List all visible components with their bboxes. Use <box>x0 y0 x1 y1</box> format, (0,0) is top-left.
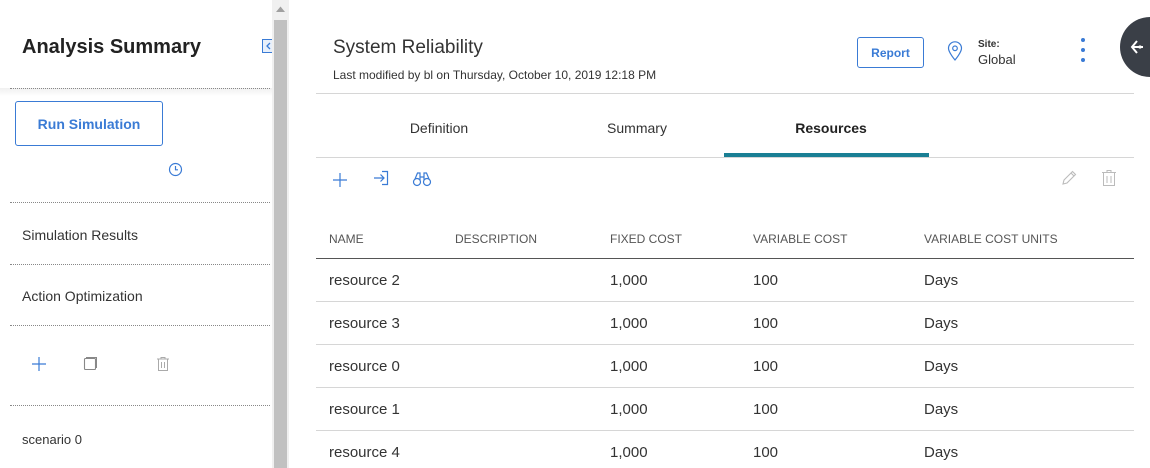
cell-name: resource 3 <box>329 315 400 332</box>
tab-summary[interactable]: Summary <box>597 120 677 136</box>
cell-variable-cost: 100 <box>753 272 779 289</box>
table-row[interactable]: resource 4 1,000 100 Days <box>316 431 1134 468</box>
cell-units: Days <box>924 272 959 289</box>
cell-fixed-cost: 1,000 <box>610 358 648 375</box>
panel-title: Analysis Summary <box>22 36 201 58</box>
divider <box>10 405 270 406</box>
cell-units: Days <box>924 401 959 418</box>
table-row[interactable]: resource 2 1,000 100 Days <box>316 259 1134 302</box>
binoculars-icon[interactable] <box>412 171 432 187</box>
left-panel-scrollbar[interactable] <box>272 0 289 468</box>
cell-fixed-cost: 1,000 <box>610 272 648 289</box>
scroll-up-arrow[interactable] <box>272 0 289 18</box>
scenario-list-item[interactable]: scenario 0 <box>22 432 82 447</box>
trash-icon[interactable] <box>156 356 170 372</box>
column-header-variable-cost[interactable]: VARIABLE COST <box>753 232 847 246</box>
page-title: System Reliability <box>333 37 483 58</box>
scroll-thumb[interactable] <box>274 20 287 468</box>
cell-units: Days <box>924 315 959 332</box>
side-panel-toggle-icon[interactable] <box>1128 38 1146 61</box>
cell-variable-cost: 100 <box>753 444 779 461</box>
divider <box>10 88 270 89</box>
report-button[interactable]: Report <box>857 37 924 68</box>
header-divider <box>316 93 1134 94</box>
last-modified-text: Last modified by bl on Thursday, October… <box>333 68 657 82</box>
import-icon[interactable] <box>372 169 390 187</box>
trash-icon[interactable] <box>1101 169 1117 187</box>
plus-icon[interactable] <box>30 355 48 373</box>
nav-action-optimization[interactable]: Action Optimization <box>22 288 143 304</box>
nav-simulation-results[interactable]: Simulation Results <box>22 227 138 243</box>
cell-fixed-cost: 1,000 <box>610 444 648 461</box>
cell-name: resource 4 <box>329 444 400 461</box>
cell-variable-cost: 100 <box>753 401 779 418</box>
site-label: Site: <box>978 39 1000 50</box>
table-row[interactable]: resource 1 1,000 100 Days <box>316 388 1134 431</box>
plus-icon[interactable] <box>331 171 349 189</box>
analysis-summary-panel: Analysis Summary Run Simulation Simulati… <box>0 0 276 468</box>
copy-icon[interactable] <box>82 356 98 372</box>
divider <box>10 264 270 265</box>
scenario-toolbar <box>30 355 170 373</box>
kebab-menu-icon[interactable] <box>1078 38 1088 62</box>
tab-definition[interactable]: Definition <box>394 120 484 136</box>
site-value: Global <box>978 52 1016 67</box>
column-header-name[interactable]: NAME <box>329 232 364 246</box>
cell-variable-cost: 100 <box>753 358 779 375</box>
column-header-fixed-cost[interactable]: FIXED COST <box>610 232 682 246</box>
tab-resources[interactable]: Resources <box>786 120 876 136</box>
cell-name: resource 0 <box>329 358 400 375</box>
cell-fixed-cost: 1,000 <box>610 315 648 332</box>
divider <box>10 202 270 203</box>
column-header-variable-cost-units[interactable]: VARIABLE COST UNITS <box>924 232 1058 246</box>
cell-fixed-cost: 1,000 <box>610 401 648 418</box>
pencil-icon[interactable] <box>1060 169 1078 187</box>
tabs-divider <box>316 157 1134 158</box>
table-row[interactable]: resource 0 1,000 100 Days <box>316 345 1134 388</box>
table-row[interactable]: resource 3 1,000 100 Days <box>316 302 1134 345</box>
clock-icon[interactable] <box>168 162 183 182</box>
run-simulation-button[interactable]: Run Simulation <box>15 101 163 146</box>
cell-name: resource 1 <box>329 401 400 418</box>
divider <box>10 325 270 326</box>
column-header-description[interactable]: DESCRIPTION <box>455 232 537 246</box>
location-pin-icon <box>946 40 964 67</box>
cell-units: Days <box>924 358 959 375</box>
cell-units: Days <box>924 444 959 461</box>
cell-name: resource 2 <box>329 272 400 289</box>
panel-header-shadow <box>0 88 272 96</box>
cell-variable-cost: 100 <box>753 315 779 332</box>
